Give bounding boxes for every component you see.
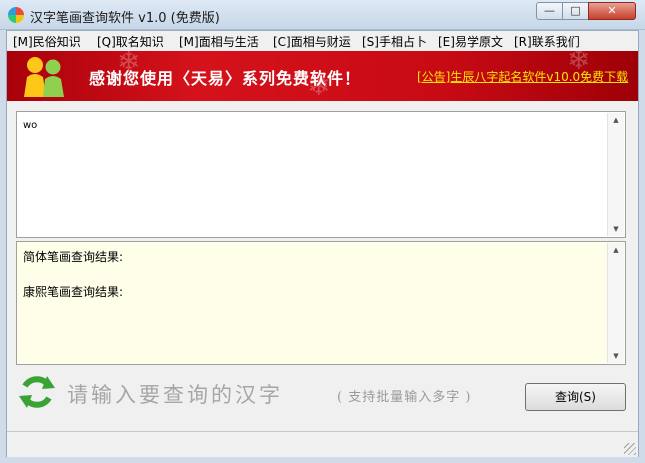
scroll-up-icon[interactable]: ▲ — [608, 113, 624, 127]
title-bar: 汉字笔画查询软件 v1.0 (免费版) — □ ✕ — [0, 0, 645, 30]
promo-banner: ❄ ❄ ❄ 感谢您使用〈天易〉系列免费软件！ [公告]生辰八字起名软件v10.0… — [7, 51, 638, 101]
people-icon — [24, 57, 64, 97]
scroll-down-icon[interactable]: ▼ — [608, 222, 624, 236]
menu-palm-reading[interactable]: [S]手相占卜 — [362, 33, 427, 50]
menu-face-wealth[interactable]: [C]面相与财运 — [273, 33, 351, 50]
scroll-up-icon[interactable]: ▲ — [608, 243, 624, 257]
window-title: 汉字笔画查询软件 v1.0 (免费版) — [30, 11, 220, 26]
main-window: [M]民俗知识 [Q]取名知识 [M]面相与生活 [C]面相与财运 [S]手相占… — [6, 30, 639, 457]
menu-bar: [M]民俗知识 [Q]取名知识 [M]面相与生活 [C]面相与财运 [S]手相占… — [7, 31, 638, 50]
announcement-link[interactable]: [公告]生辰八字起名软件v10.0免费下载 — [417, 68, 628, 85]
refresh-icon — [19, 376, 55, 408]
hanzi-input-area[interactable]: wo ▲ ▼ — [16, 111, 626, 238]
input-prompt: 请输入要查询的汉字 — [67, 383, 283, 407]
menu-naming-knowledge[interactable]: [Q]取名知识 — [97, 33, 164, 50]
menu-contact-us[interactable]: [R]联系我们 — [514, 33, 580, 50]
status-bar — [7, 431, 638, 457]
menu-yijing-texts[interactable]: [E]易学原文 — [438, 33, 503, 50]
input-text[interactable]: wo — [23, 120, 37, 131]
query-button[interactable]: 查询(S) — [525, 383, 626, 411]
results-area[interactable]: 简体笔画查询结果: 康熙笔画查询结果: ▲ ▼ — [16, 241, 626, 365]
kangxi-result-label: 康熙笔画查询结果: — [23, 285, 124, 299]
menu-folk-knowledge[interactable]: [M]民俗知识 — [13, 33, 81, 50]
banner-thanks-text: 感谢您使用〈天易〉系列免费软件！ — [89, 69, 362, 88]
app-icon — [8, 7, 24, 23]
minimize-button[interactable]: — — [536, 2, 563, 20]
batch-input-hint: ( 支持批量输入多字 ) — [337, 390, 472, 405]
close-button[interactable]: ✕ — [588, 2, 636, 20]
scroll-down-icon[interactable]: ▼ — [608, 349, 624, 363]
resize-grip-icon[interactable] — [624, 443, 636, 455]
input-scrollbar[interactable]: ▲ ▼ — [607, 113, 624, 236]
simplified-result-label: 简体笔画查询结果: — [23, 250, 124, 264]
results-scrollbar[interactable]: ▲ ▼ — [607, 243, 624, 363]
maximize-button[interactable]: □ — [562, 2, 589, 20]
menu-face-life[interactable]: [M]面相与生活 — [179, 33, 259, 50]
